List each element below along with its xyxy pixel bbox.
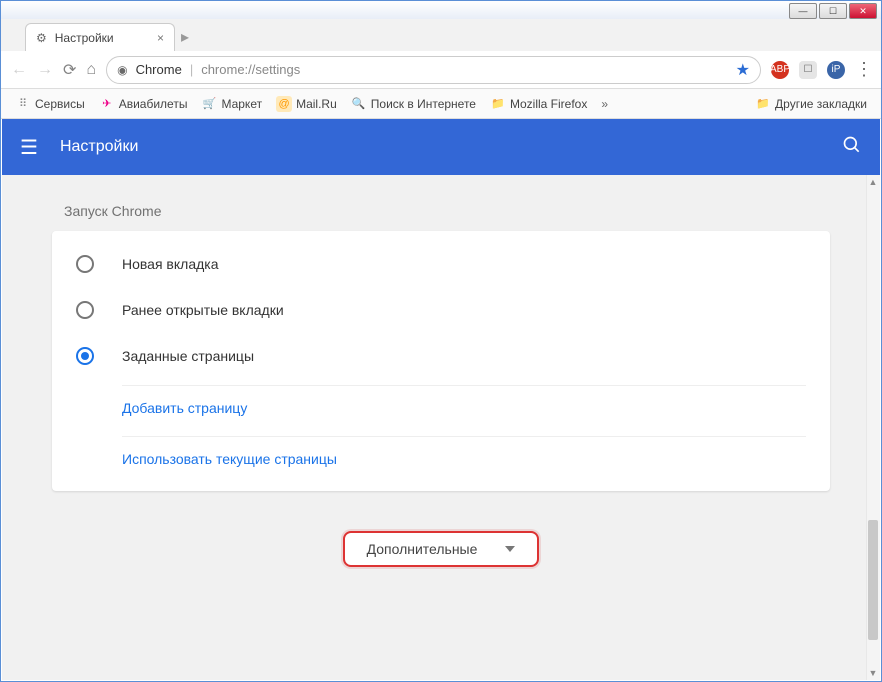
bookmark-label: Mozilla Firefox <box>510 97 587 111</box>
window-titlebar: — ☐ ✕ <box>1 1 881 19</box>
site-info-icon[interactable]: ◉ <box>117 63 127 77</box>
scroll-thumb[interactable] <box>868 520 878 640</box>
magnifier-icon: 🔍 <box>351 96 367 112</box>
advanced-wrap: Дополнительные <box>52 531 830 567</box>
onstartup-card: Новая вкладка Ранее открытые вкладки Зад… <box>52 231 830 491</box>
omnibox-protocol: Chrome <box>136 62 182 77</box>
hamburger-menu-icon[interactable]: ☰ <box>20 135 38 160</box>
bookmark-label: Маркет <box>221 97 262 111</box>
bookmark-services[interactable]: ⠿ Сервисы <box>11 94 89 114</box>
vertical-scrollbar[interactable]: ▲ ▼ <box>866 175 880 680</box>
advanced-button[interactable]: Дополнительные <box>343 531 540 567</box>
bookmark-search[interactable]: 🔍 Поиск в Интернете <box>347 94 480 114</box>
radio-label: Ранее открытые вкладки <box>122 302 284 318</box>
maximize-button[interactable]: ☐ <box>819 3 847 19</box>
omnibox-url: chrome://settings <box>201 62 300 77</box>
radio-label: Новая вкладка <box>122 256 219 272</box>
radio-new-tab[interactable]: Новая вкладка <box>52 241 830 287</box>
gear-icon: ⚙ <box>36 31 47 45</box>
add-page-link[interactable]: Добавить страницу <box>52 386 830 430</box>
bookmark-label: Сервисы <box>35 97 85 111</box>
bookmark-label: Другие закладки <box>775 97 867 111</box>
radio-icon <box>76 347 94 365</box>
back-button[interactable]: ← <box>11 61 27 79</box>
extension-ip-icon[interactable]: iP <box>827 61 845 79</box>
plane-icon: ✈ <box>99 96 115 112</box>
use-current-pages-link[interactable]: Использовать текущие страницы <box>52 437 830 481</box>
radio-continue[interactable]: Ранее открытые вкладки <box>52 287 830 333</box>
bookmark-mailru[interactable]: @ Mail.Ru <box>272 94 341 114</box>
omnibox[interactable]: ◉ Chrome | chrome://settings ★ <box>106 56 761 84</box>
bookmark-label: Авиабилеты <box>119 97 188 111</box>
window-frame: — ☐ ✕ ⚙ Настройки × ▸ ← → ⟳ ⌂ ◉ Chrome |… <box>0 0 882 682</box>
tab-title: Настройки <box>55 31 114 45</box>
page-title: Настройки <box>60 138 138 156</box>
bookmarks-overflow-button[interactable]: » <box>601 97 608 111</box>
bookmark-market[interactable]: 🛒 Маркет <box>197 94 266 114</box>
forward-button[interactable]: → <box>37 61 53 79</box>
radio-label: Заданные страницы <box>122 348 254 364</box>
cart-icon: 🛒 <box>201 96 217 112</box>
bookmark-firefox[interactable]: 📁 Mozilla Firefox <box>486 94 591 114</box>
radio-icon <box>76 301 94 319</box>
browser-menu-button[interactable]: ⋮ <box>855 59 871 80</box>
chevron-down-icon <box>505 546 515 552</box>
search-icon[interactable] <box>842 135 862 160</box>
scroll-up-icon[interactable]: ▲ <box>868 177 878 187</box>
window-controls: — ☐ ✕ <box>789 3 877 19</box>
extension-abp-icon[interactable]: ABP <box>771 61 789 79</box>
tab-strip: ⚙ Настройки × ▸ <box>1 19 881 51</box>
at-icon: @ <box>276 96 292 112</box>
other-bookmarks-button[interactable]: 📁 Другие закладки <box>751 94 871 114</box>
content-area: ☰ Настройки Запуск Chrome Новая вкладка … <box>2 119 880 680</box>
minimize-button[interactable]: — <box>789 3 817 19</box>
radio-icon <box>76 255 94 273</box>
new-tab-button[interactable]: ▸ <box>181 27 189 51</box>
apps-icon: ⠿ <box>15 96 31 112</box>
section-title-onstartup: Запуск Chrome <box>64 203 830 219</box>
omnibox-separator: | <box>190 62 193 77</box>
bookmark-label: Mail.Ru <box>296 97 337 111</box>
folder-icon: 📁 <box>755 96 771 112</box>
bookmarks-bar: ⠿ Сервисы ✈ Авиабилеты 🛒 Маркет @ Mail.Ru 🔍 П… <box>1 89 881 119</box>
bookmark-star-icon[interactable]: ★ <box>736 60 750 80</box>
settings-header: ☰ Настройки <box>2 119 880 175</box>
scroll-down-icon[interactable]: ▼ <box>868 668 878 678</box>
advanced-button-label: Дополнительные <box>367 541 478 557</box>
extension-grey-icon[interactable]: ☐ <box>799 61 817 79</box>
settings-page: Запуск Chrome Новая вкладка Ранее открыт… <box>2 175 880 680</box>
close-tab-icon[interactable]: × <box>157 31 164 45</box>
close-window-button[interactable]: ✕ <box>849 3 877 19</box>
tab-settings[interactable]: ⚙ Настройки × <box>25 23 175 51</box>
folder-icon: 📁 <box>490 96 506 112</box>
bookmark-label: Поиск в Интернете <box>371 97 476 111</box>
reload-button[interactable]: ⟳ <box>63 60 76 80</box>
home-button[interactable]: ⌂ <box>86 61 96 79</box>
toolbar: ← → ⟳ ⌂ ◉ Chrome | chrome://settings ★ A… <box>1 51 881 89</box>
radio-specific-pages[interactable]: Заданные страницы <box>52 333 830 379</box>
bookmark-aviatickets[interactable]: ✈ Авиабилеты <box>95 94 192 114</box>
